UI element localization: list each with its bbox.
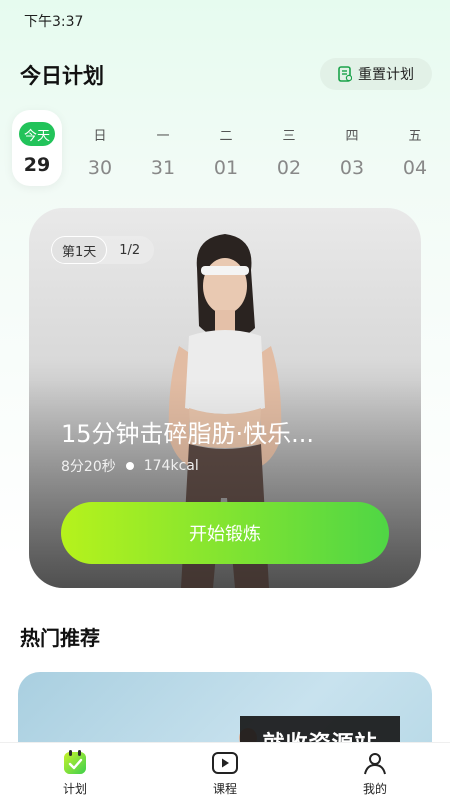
day-item[interactable]: 一 31 [138, 110, 188, 186]
day-date: 31 [150, 157, 176, 179]
day-tag-label: 第1天 [51, 236, 108, 264]
tab-plan-label: 计划 [62, 782, 87, 796]
tab-course-label: 课程 [212, 782, 237, 796]
day-date: 04 [402, 157, 428, 179]
week-date-selector: 今天 29 日 30 一 31 二 01 三 02 四 03 五 04 [0, 110, 450, 190]
day-label: 四 [345, 129, 359, 144]
day-date: 02 [276, 157, 302, 179]
day-label: 日 [93, 129, 107, 144]
day-item[interactable]: 日 30 [75, 110, 125, 186]
day-item[interactable]: 五 04 [390, 110, 440, 186]
plan-icon [64, 750, 86, 774]
profile-icon [364, 753, 386, 775]
day-item-today[interactable]: 今天 29 [12, 110, 62, 186]
tab-plan[interactable]: 计划 [30, 743, 120, 800]
bottom-tab-bar: 计划 课程 我的 [0, 742, 450, 800]
day-item[interactable]: 三 02 [264, 110, 314, 186]
day-date: 29 [23, 154, 51, 176]
status-bar-time: 下午3:37 [24, 14, 84, 30]
day-date: 30 [87, 157, 113, 179]
day-label: 一 [156, 129, 170, 144]
day-date: 01 [213, 157, 239, 179]
video-icon [212, 752, 238, 774]
hot-recommend-title: 热门推荐 [20, 626, 100, 650]
document-reset-icon [338, 66, 352, 82]
day-label: 二 [219, 129, 233, 144]
day-date: 03 [339, 157, 365, 179]
day-label: 三 [282, 129, 296, 144]
separator-dot [125, 462, 134, 470]
page-title: 今日计划 [20, 64, 104, 88]
workout-meta: 8分20秒 174kcal [61, 456, 199, 476]
workout-duration: 8分20秒 [61, 459, 116, 475]
reset-plan-label: 重置计划 [358, 67, 414, 83]
start-workout-button[interactable]: 开始锻炼 [61, 502, 389, 564]
tab-profile-label: 我的 [362, 782, 387, 796]
day-tag: 第1天 1/2 [51, 236, 155, 264]
day-label: 今天 [19, 122, 55, 146]
day-item[interactable]: 四 03 [327, 110, 377, 186]
workout-calories: 174kcal [143, 458, 199, 474]
workout-card[interactable]: 第1天 1/2 15分钟击碎脂肪·快乐... 8分20秒 174kcal 开始锻… [29, 208, 421, 588]
workout-title: 15分钟击碎脂肪·快乐... [61, 420, 315, 448]
tab-course[interactable]: 课程 [180, 743, 270, 800]
tab-profile[interactable]: 我的 [330, 743, 420, 800]
day-progress: 1/2 [119, 242, 141, 258]
reset-plan-button[interactable]: 重置计划 [320, 58, 432, 90]
day-label: 五 [408, 129, 422, 144]
day-item[interactable]: 二 01 [201, 110, 251, 186]
